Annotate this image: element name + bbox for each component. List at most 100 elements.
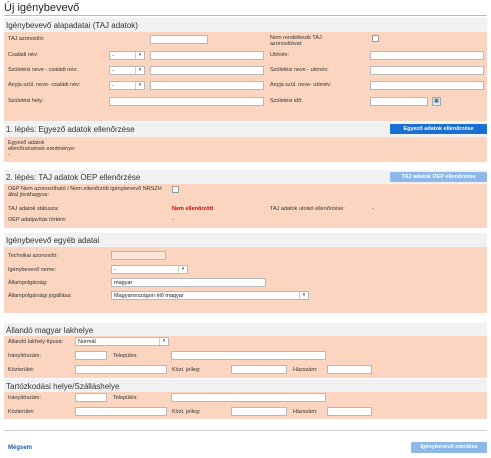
tech-id-input: [111, 251, 166, 260]
save-button[interactable]: Igénybevevő mentése: [411, 442, 487, 453]
taj-last-check-value: -: [372, 206, 374, 212]
stay-zip-label: Irányítószám:: [8, 395, 42, 401]
birthdate-label: Születési idő:: [270, 98, 303, 104]
birth-surname-prefix-select[interactable]: - ▾: [109, 66, 145, 75]
taj-status-value: Nem ellenőrzött: [172, 206, 214, 212]
city-label: Település:: [113, 353, 138, 359]
taj-status-label: TAJ adatok státusza:: [8, 206, 59, 212]
no-taj-checkbox[interactable]: [372, 35, 379, 42]
firstname-input[interactable]: [370, 51, 484, 60]
select-value: Normál: [78, 339, 96, 345]
other-data-section: Igénybevevő egyéb adatai Technikai azono…: [4, 233, 487, 313]
oep-query-value: -: [172, 217, 174, 223]
footer-divider: [4, 430, 487, 431]
mother-surname-label: Anyja szül. neve- családi név:: [8, 82, 81, 88]
stay-street-type-label: Közt. jelleg:: [172, 409, 201, 415]
street-label: Közterület:: [8, 367, 35, 373]
section-title: Igénybevevő alapadatai (TAJ adatok): [6, 20, 138, 30]
street-type-label: Közt. jelleg:: [172, 367, 201, 373]
address-type-label: Állandó lakhely típusa:: [8, 339, 64, 345]
surname-label: Családi név:: [8, 52, 39, 58]
address-section: Állandó magyar lakhelye Állandó lakhely …: [4, 323, 487, 378]
mother-surname-prefix-select[interactable]: - ▾: [109, 81, 145, 90]
select-value: -: [112, 83, 114, 89]
birth-firstname-label: Születési neve - utónév:: [270, 67, 329, 73]
birth-firstname-input[interactable]: [370, 66, 484, 75]
taj-label: TAJ azonosító:: [8, 36, 45, 42]
chevron-down-icon: ▾: [135, 52, 144, 59]
stay-house-label: Házszám:: [293, 409, 318, 415]
select-value: -: [114, 267, 116, 273]
street-input[interactable]: [75, 365, 167, 374]
section-title: Igénybevevő egyéb adatai: [6, 235, 100, 245]
oep-check-button[interactable]: TAJ adatok OEP ellenőrzése: [390, 172, 487, 182]
basic-data-section: Igénybevevő alapadatai (TAJ adatok) TAJ …: [4, 18, 487, 121]
stay-zip-input[interactable]: [75, 393, 107, 402]
cancel-link[interactable]: Mégsem: [8, 445, 32, 451]
surname-input[interactable]: [150, 51, 264, 60]
citizenship-label: Állampolgárság:: [8, 280, 48, 286]
section-title: Állandó magyar lakhelye: [6, 325, 94, 335]
birthplace-input[interactable]: [109, 97, 264, 106]
legal-status-select[interactable]: Magyarországon élő magyar ▾: [111, 291, 309, 300]
match-result-value: -: [8, 152, 10, 158]
address-panel: Állandó lakhely típusa: Normál ▾ Irányító…: [4, 336, 487, 378]
section-title: 2. lépés: TAJ adatok OEP ellenőrzése: [6, 172, 141, 182]
surname-prefix-select[interactable]: - ▾: [109, 51, 145, 60]
stay-panel: Irányítószám: Település: Közterület: Köz…: [4, 392, 487, 419]
taj-last-check-label: TAJ adatok utolsó ellenőrzése:: [270, 206, 345, 212]
mother-firstname-label: Anyja szül. neve- utónév:: [270, 82, 332, 88]
birth-surname-input[interactable]: [150, 66, 264, 75]
section-title: 1. lépés: Egyező adatok ellenőrzése: [6, 124, 135, 134]
oep-query-label: OEP adatjavítás történt:: [8, 217, 67, 223]
gender-select[interactable]: - ▾: [111, 265, 188, 274]
taj-input[interactable]: [150, 35, 208, 44]
citizenship-input[interactable]: magyar: [111, 278, 266, 287]
chevron-down-icon: ▾: [159, 338, 168, 345]
stay-street-label: Közterület:: [8, 409, 35, 415]
stay-city-input[interactable]: [171, 393, 326, 402]
chevron-down-icon: ▾: [299, 292, 308, 299]
oep-approved-label: OEP Nem azonosítható / Nem ellenőrzött i…: [8, 186, 162, 198]
section-title: Tartózkodási helye/Szálláshelye: [6, 381, 120, 391]
city-input[interactable]: [171, 351, 326, 360]
house-label: Házszám:: [293, 367, 318, 373]
gender-label: Igénybevevő neme:: [8, 267, 57, 273]
step1-section: 1. lépés: Egyező adatok ellenőrzése Egye…: [4, 122, 487, 162]
mother-firstname-input[interactable]: [370, 81, 484, 90]
stay-house-input[interactable]: [327, 407, 372, 416]
birthplace-label: Születési hely:: [8, 98, 44, 104]
title-divider: [4, 15, 487, 16]
zip-label: Irányítószám:: [8, 353, 42, 359]
address-type-select[interactable]: Normál ▾: [75, 337, 169, 346]
stay-section: Tartózkodási helye/Szálláshelye Irányító…: [4, 379, 487, 419]
oep-approved-checkbox[interactable]: [172, 186, 179, 193]
birth-surname-label: Születési neve - családi név:: [8, 67, 78, 73]
basic-data-panel: TAJ azonosító: Nem rendelkezik TAJ azono…: [4, 32, 487, 121]
calendar-icon[interactable]: ▦: [432, 97, 441, 106]
tech-id-label: Technikai azonosító:: [8, 253, 58, 259]
firstname-label: Utónév:: [270, 52, 289, 58]
step1-panel: Egyező adatok ellenőrzésének eredménye: …: [4, 137, 487, 162]
chevron-down-icon: ▾: [135, 67, 144, 74]
select-value: Magyarországon élő magyar: [114, 293, 184, 299]
page-title: Új igénybevevő: [4, 2, 80, 14]
select-value: -: [112, 68, 114, 74]
step2-section: 2. lépés: TAJ adatok OEP ellenőrzése TAJ…: [4, 170, 487, 228]
street-type-input[interactable]: [231, 365, 287, 374]
stay-street-input[interactable]: [75, 407, 167, 416]
mother-surname-input[interactable]: [150, 81, 264, 90]
chevron-down-icon: ▾: [178, 266, 187, 273]
zip-input[interactable]: [75, 351, 107, 360]
chevron-down-icon: ▾: [135, 82, 144, 89]
select-value: -: [112, 53, 114, 59]
birthdate-input[interactable]: [370, 97, 428, 106]
legal-status-label: Állampolgársági jogállása:: [8, 293, 72, 299]
match-result-label: Egyező adatok ellenőrzésének eredménye:: [8, 140, 76, 152]
step2-panel: OEP Nem azonosítható / Nem ellenőrzött i…: [4, 184, 487, 228]
house-input[interactable]: [327, 365, 372, 374]
stay-city-label: Település:: [113, 395, 138, 401]
match-check-button[interactable]: Egyező adatok ellenőrzése: [390, 124, 487, 134]
other-data-panel: Technikai azonosító: Igénybevevő neme: -…: [4, 247, 487, 313]
stay-street-type-input[interactable]: [231, 407, 287, 416]
